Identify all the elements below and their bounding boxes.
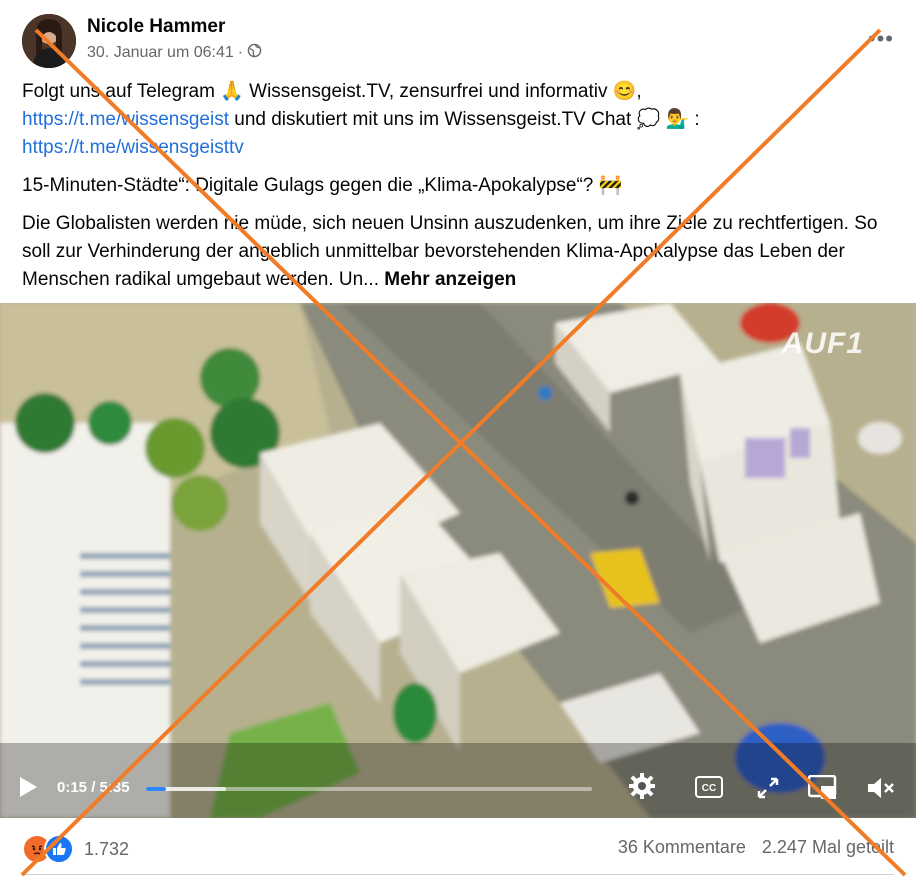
comments-count[interactable]: 36 Kommentare [618,837,746,858]
svg-text:CC: CC [702,783,716,794]
telegram-link-1[interactable]: https://t.me/wissensgeist [22,109,229,130]
post-headline: 15-Minuten-Städte“: Digitale Gulags gege… [22,175,623,196]
play-icon[interactable] [18,776,38,802]
globe-icon [247,43,262,63]
meta-separator: · [237,44,244,61]
avatar[interactable] [22,14,76,68]
video-frame [0,303,916,818]
post-meta: 30. Januar um 06:41 · [87,43,262,63]
telegram-link-2[interactable]: https://t.me/wissensgeisttv [22,137,244,158]
video-player[interactable]: AUF1 0:15 / 5:35 CC [0,303,916,818]
video-controls: 0:15 / 5:35 CC [0,758,916,818]
captions-cc-icon[interactable]: CC [695,776,723,802]
author-name[interactable]: Nicole Hammer [87,16,225,38]
post-timestamp[interactable]: 30. Januar um 06:41 [87,44,234,62]
channel-watermark: AUF1 [781,327,864,360]
post-text: Folgt uns auf Telegram 🙏 Wissensgeist.TV… [22,78,902,304]
like-reaction-icon [44,834,74,864]
engagement-stats: 36 Kommentare 2.247 Mal geteilt [618,837,894,858]
reaction-count: 1.732 [84,838,130,859]
progress-bar[interactable] [146,787,592,791]
more-options-icon[interactable]: ••• [868,26,894,52]
intro-line: Folgt uns auf Telegram 🙏 Wissensgeist.TV… [22,81,642,102]
footer-divider [22,874,894,875]
see-more-link[interactable]: Mehr anzeigen [384,269,516,290]
volume-muted-icon[interactable] [866,775,896,805]
settings-gear-icon[interactable] [628,772,656,804]
post-description: Die Globalisten werden nie müde, sich ne… [22,210,902,294]
video-time: 0:15 / 5:35 [57,779,130,796]
facebook-post: Nicole Hammer 30. Januar um 06:41 · ••• … [0,0,916,877]
reactions-summary[interactable]: 1.732 [22,834,129,864]
intro-line-2: und diskutiert mit uns im Wissensgeist.T… [228,109,700,130]
fullscreen-expand-icon[interactable] [757,777,779,803]
post-header: Nicole Hammer 30. Januar um 06:41 · ••• [22,12,894,68]
picture-in-picture-icon[interactable] [807,774,838,805]
post-footer: 1.732 36 Kommentare 2.247 Mal geteilt [22,830,894,866]
progress-played [146,787,167,791]
shares-count[interactable]: 2.247 Mal geteilt [762,837,894,858]
post-intro: Folgt uns auf Telegram 🙏 Wissensgeist.TV… [22,78,902,162]
